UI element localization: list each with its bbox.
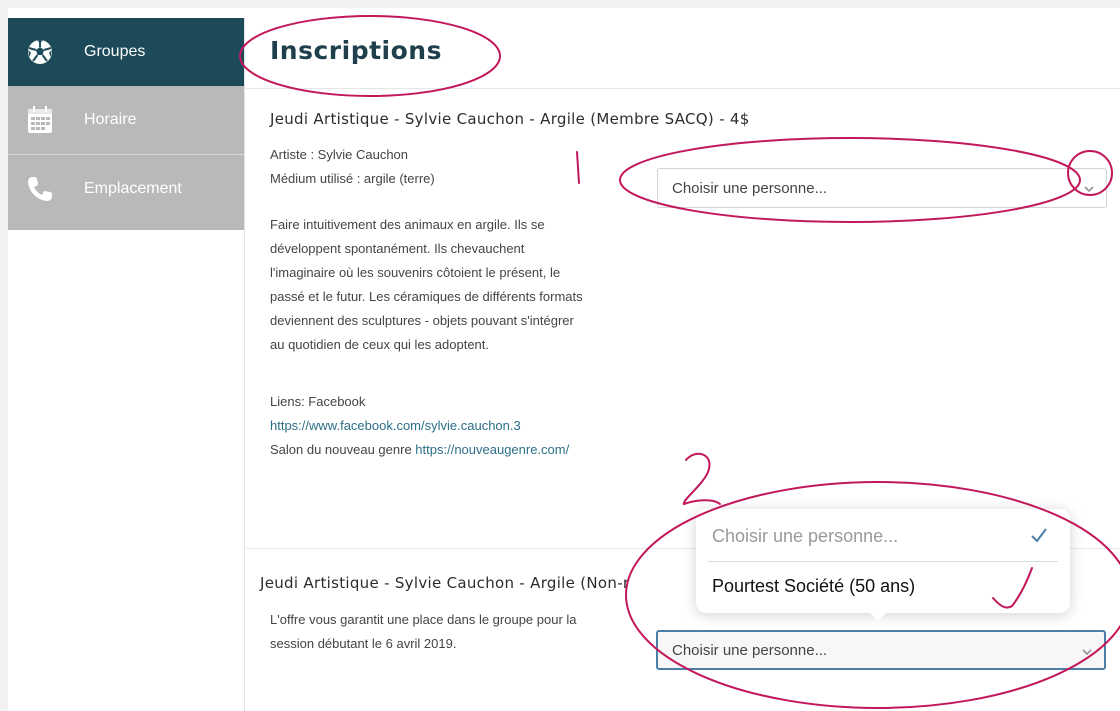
course-title: Jeudi Artistique - Sylvie Cauchon - Argi…	[260, 574, 630, 592]
sidebar-item-emplacement[interactable]: Emplacement	[8, 155, 244, 223]
sidebar: Groupes Horaire Emplacement	[8, 18, 244, 711]
top-gutter	[0, 0, 1120, 8]
person-select[interactable]: Choisir une personne...	[656, 630, 1106, 670]
checkmark-icon	[1030, 527, 1048, 543]
chevron-down-icon	[1082, 182, 1096, 196]
popover-arrow	[866, 609, 890, 621]
select-value: Choisir une personne...	[672, 641, 828, 659]
course-title: Jeudi Artistique - Sylvie Cauchon - Argi…	[270, 110, 750, 128]
phone-icon	[24, 173, 56, 205]
artist-line: Artiste : Sylvie Cauchon	[270, 147, 409, 162]
links-label: Liens: Facebook	[270, 394, 366, 409]
offer-line: session débutant le 6 avril 2019.	[270, 636, 457, 651]
calendar-icon	[24, 104, 56, 136]
sidebar-item-label: Emplacement	[84, 180, 182, 197]
sidebar-border	[244, 18, 245, 711]
sidebar-item-label: Groupes	[84, 43, 146, 60]
left-gutter	[0, 0, 8, 711]
salon-label: Salon du nouveau genre	[270, 442, 416, 457]
offer-line: L'offre vous garantit une place dans le …	[270, 612, 577, 627]
picker-option[interactable]: Choisir une personne...	[712, 526, 898, 547]
picker-option[interactable]: Pourtest Société (50 ans)	[712, 576, 915, 597]
select-value: Choisir une personne...	[672, 179, 828, 197]
title-divider	[246, 88, 1120, 89]
salon-line: Salon du nouveau genre https://nouveauge…	[270, 438, 569, 462]
facebook-link[interactable]: https://www.facebook.com/sylvie.cauchon.…	[270, 414, 521, 438]
description-line: développent spontanément. Ils chevauchen…	[270, 241, 525, 256]
sidebar-item-horaire[interactable]: Horaire	[8, 86, 244, 154]
picker-separator	[708, 561, 1058, 562]
sidebar-item-label: Horaire	[84, 111, 137, 128]
page-title: Inscriptions	[270, 36, 442, 65]
person-select[interactable]: Choisir une personne...	[657, 168, 1107, 208]
soccer-ball-icon	[24, 36, 56, 68]
medium-line: Médium utilisé : argile (terre)	[270, 171, 435, 186]
select-picker-popover: Choisir une personne... Pourtest Société…	[696, 509, 1070, 613]
description-line: au quotidien de ceux qui les adoptent.	[270, 337, 490, 352]
description-line: l'imaginaire où les souvenirs côtoient l…	[270, 265, 561, 280]
description-line: passé et le futur. Les céramiques de dif…	[270, 289, 583, 304]
description-line: Faire intuitivement des animaux en argil…	[270, 217, 545, 232]
chevron-down-icon	[1080, 645, 1094, 659]
salon-link[interactable]: https://nouveaugenre.com/	[415, 442, 569, 457]
sidebar-item-groupes[interactable]: Groupes	[8, 18, 244, 86]
description-line: deviennent des sculptures - objets pouva…	[270, 313, 574, 328]
